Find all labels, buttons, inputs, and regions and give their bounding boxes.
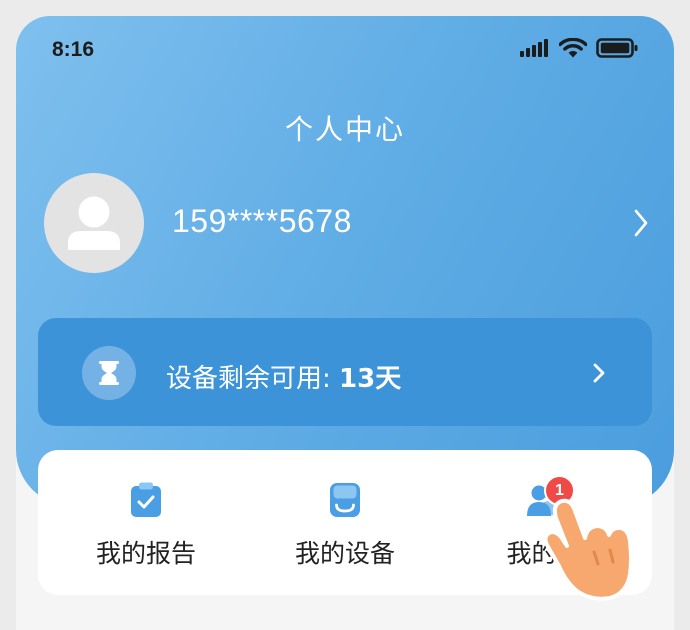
page-title: 个人中心 <box>284 113 405 146</box>
chevron-right-icon[interactable] <box>632 207 650 239</box>
tap-hand-icon <box>543 498 633 601</box>
status-time: 8:16 <box>52 38 95 61</box>
user-phone: 159****5678 <box>172 203 352 239</box>
cellular-signal-icon <box>520 39 548 57</box>
profile-row[interactable]: 159****5678 <box>44 173 650 273</box>
status-icons <box>520 38 638 58</box>
device-icon <box>330 483 360 517</box>
device-remaining-value: 13天 <box>339 364 402 394</box>
battery-icon <box>596 38 638 58</box>
status-bar: 8:16 <box>16 16 674 84</box>
device-remaining-text: 设备剩余可用: 13天 <box>166 358 401 395</box>
hourglass-icon <box>82 346 136 400</box>
chevron-right-icon[interactable] <box>592 362 606 384</box>
phone-frame: 8:16 个人中心 159****5678 设备剩余可用: 13天 我的报告 我… <box>0 0 690 630</box>
menu-label-my-devices: 我的设备 <box>294 539 395 568</box>
menu-label-my-reports: 我的报告 <box>95 539 196 568</box>
menu-item-my-devices[interactable]: 我的设备 <box>243 450 447 595</box>
user-avatar-icon[interactable] <box>44 173 144 273</box>
menu-item-my-reports[interactable]: 我的报告 <box>44 450 248 595</box>
wifi-icon <box>559 38 587 58</box>
device-remaining-card[interactable]: 设备剩余可用: 13天 <box>38 318 652 426</box>
clipboard-check-icon <box>131 482 161 517</box>
device-remaining-label: 设备剩余可用: <box>166 364 331 394</box>
